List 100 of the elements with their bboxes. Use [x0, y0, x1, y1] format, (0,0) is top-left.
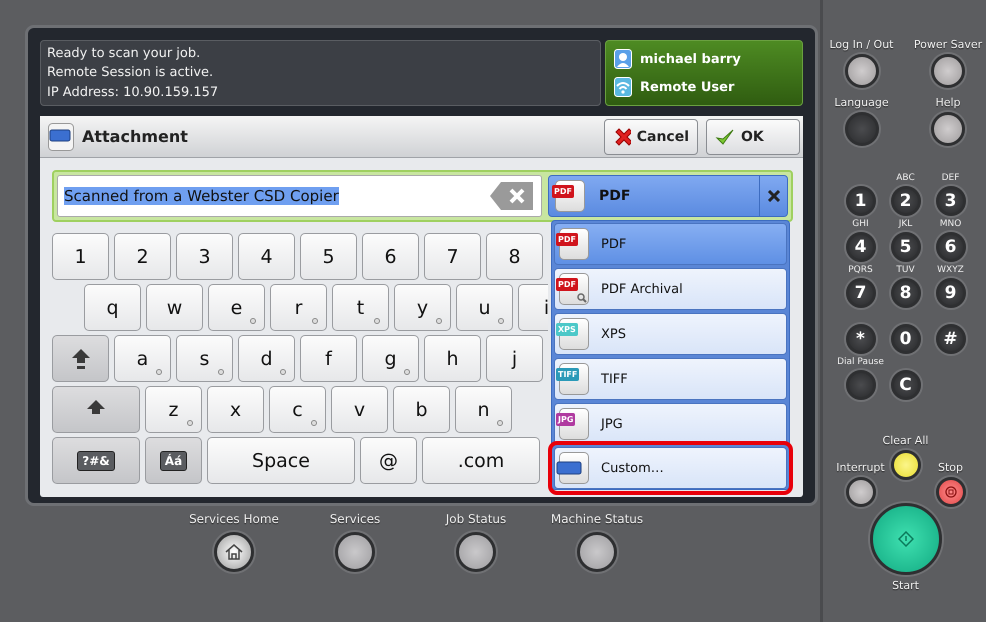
caps-lock-icon — [70, 348, 90, 370]
keyboard-key[interactable]: f — [300, 335, 357, 382]
keypad-button[interactable]: 7 — [846, 278, 876, 308]
round-button[interactable] — [931, 112, 965, 146]
keyboard-key[interactable]: 3 — [176, 233, 233, 280]
close-icon — [613, 126, 631, 148]
wifi-icon — [614, 77, 632, 97]
keyboard-key[interactable]: 5 — [300, 233, 357, 280]
stop-icon — [944, 486, 956, 498]
round-button[interactable] — [577, 532, 617, 572]
button-label: Power Saver — [914, 38, 982, 51]
round-button[interactable] — [335, 532, 375, 572]
close-button[interactable] — [759, 176, 787, 216]
caps-lock-key[interactable] — [52, 335, 109, 382]
key-letters: TUV — [896, 265, 915, 277]
format-dropdown[interactable]: PDF PDF — [548, 175, 788, 217]
filename-field[interactable]: Scanned from a Webster CSD Copier — [57, 175, 542, 217]
keyboard-key[interactable]: 4 — [238, 233, 295, 280]
keypad-button[interactable]: # — [936, 324, 966, 354]
keyboard-key[interactable]: z — [145, 386, 202, 433]
keyboard-key[interactable]: c — [269, 386, 326, 433]
key-letters: DEF — [942, 173, 960, 185]
cancel-button[interactable]: Cancel — [604, 118, 698, 154]
format-option-label: PDF Archival — [601, 282, 683, 296]
format-option[interactable]: PDF PDF Archival — [554, 268, 787, 310]
shift-key[interactable] — [52, 386, 140, 433]
keyboard-key[interactable]: e — [208, 284, 265, 331]
keyboard-key[interactable]: u — [456, 284, 513, 331]
keyboard-key[interactable]: 7 — [424, 233, 481, 280]
keypad-button[interactable]: 3 — [936, 186, 966, 216]
keyboard-key[interactable]: v — [331, 386, 388, 433]
keyboard-key[interactable]: d — [238, 335, 295, 382]
keyboard-key[interactable]: h — [424, 335, 481, 382]
keypad-button[interactable]: 9 — [936, 278, 966, 308]
button-label: Stop — [938, 461, 963, 474]
round-button[interactable] — [890, 450, 920, 480]
keyboard-key[interactable]: r — [270, 284, 327, 331]
keypad-button[interactable]: 4 — [846, 232, 876, 262]
format-option-label: JPG — [601, 416, 623, 432]
keypad-button[interactable] — [846, 370, 876, 400]
keyboard-key[interactable]: g — [362, 335, 419, 382]
window-icon — [48, 122, 74, 150]
keypad-button[interactable]: 6 — [936, 232, 966, 262]
button-label: Language — [834, 96, 889, 109]
keypad-button[interactable]: 1 — [846, 186, 876, 216]
format-option[interactable]: PDF PDF — [554, 223, 787, 265]
keyboard-key[interactable]: j — [486, 335, 543, 382]
keyboard-key[interactable]: 6 — [362, 233, 419, 280]
space-key[interactable]: Space — [207, 437, 355, 484]
button-label: Clear All — [882, 434, 928, 447]
backspace-icon[interactable] — [489, 181, 535, 211]
key-letters: ABC — [896, 173, 915, 185]
status-message: Ready to scan your job. — [47, 46, 202, 62]
keyboard-key[interactable]: 2 — [114, 233, 171, 280]
round-button[interactable] — [844, 54, 878, 88]
keyboard-key[interactable]: n — [455, 386, 512, 433]
keyboard-key[interactable]: ?#& — [52, 437, 140, 484]
round-button[interactable] — [931, 54, 965, 88]
button-label: Start — [892, 579, 919, 592]
key-letters: JKL — [898, 219, 912, 231]
key-letters: WXYZ — [937, 265, 964, 277]
keypad-button[interactable]: * — [846, 324, 876, 354]
diamond-icon — [898, 531, 914, 547]
keyboard-key[interactable]: t — [332, 284, 389, 331]
button-label: Services Home — [189, 512, 279, 526]
keypad-button[interactable]: 8 — [890, 278, 920, 308]
key-letters: MNO — [940, 219, 962, 231]
keyboard-key[interactable]: a — [114, 335, 171, 382]
stop-button[interactable] — [936, 477, 966, 507]
keypad-button[interactable]: C — [890, 370, 920, 400]
format-option-label: Custom… — [601, 460, 664, 476]
ok-button[interactable]: OK — [706, 118, 800, 154]
format-option[interactable]: Custom… — [554, 447, 787, 489]
keyboard-key[interactable]: y — [394, 284, 451, 331]
keyboard-key[interactable]: @ — [360, 437, 417, 484]
keyboard-key[interactable]: w — [146, 284, 203, 331]
format-option[interactable]: TIFF TIFF — [554, 358, 787, 400]
keypad-button[interactable]: 5 — [890, 232, 920, 262]
keyboard-key[interactable]: 8 — [486, 233, 543, 280]
check-icon — [715, 128, 735, 146]
magnifier-icon — [577, 293, 587, 303]
round-button[interactable] — [846, 477, 876, 507]
keyboard-key[interactable]: s — [176, 335, 233, 382]
keyboard-key[interactable]: x — [207, 386, 264, 433]
keypad-button[interactable]: 0 — [890, 324, 920, 354]
keyboard-key[interactable]: i — [518, 284, 548, 331]
round-button[interactable] — [456, 532, 496, 572]
keyboard-key[interactable]: b — [393, 386, 450, 433]
keypad-button[interactable]: 2 — [890, 186, 920, 216]
keyboard-key[interactable]: q — [84, 284, 141, 331]
user-name: michael barry — [640, 52, 741, 66]
start-button[interactable] — [870, 503, 942, 575]
keyboard-key[interactable]: Áá — [145, 437, 202, 484]
keyboard-key[interactable]: .com — [422, 437, 540, 484]
file-type-label: PDF — [556, 233, 578, 246]
keyboard-key[interactable]: 1 — [52, 233, 109, 280]
button-label: Log In / Out — [829, 38, 894, 51]
user-panel[interactable]: michael barry Remote User — [605, 40, 803, 106]
format-option[interactable]: XPS XPS — [554, 313, 787, 355]
home-button[interactable] — [214, 532, 254, 572]
